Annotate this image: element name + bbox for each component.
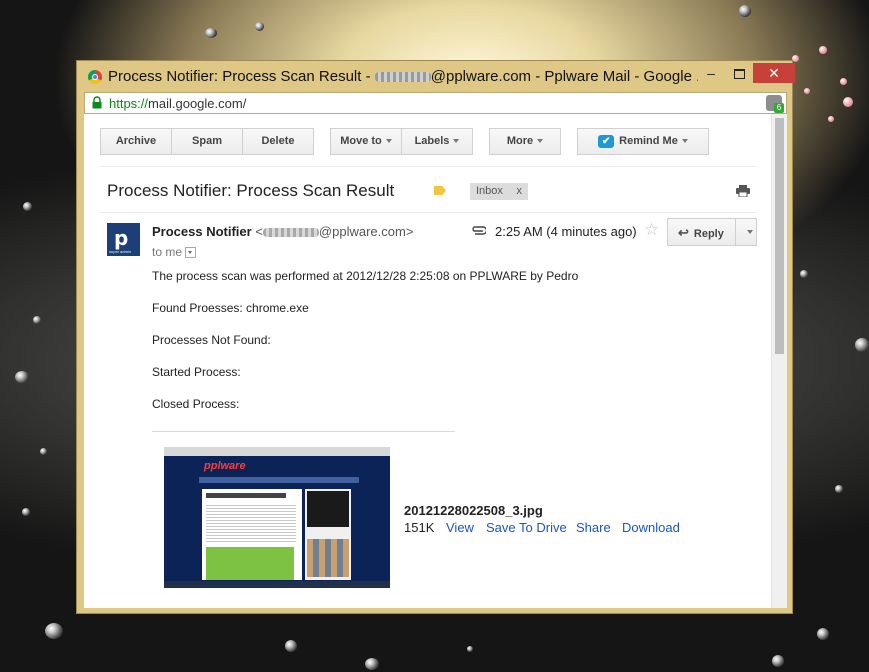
minimize-button[interactable]: – — [697, 63, 725, 83]
labels-button[interactable]: Labels — [401, 128, 473, 155]
maximize-icon — [733, 69, 745, 80]
recipients-line: to me — [152, 245, 197, 259]
show-details-icon[interactable] — [185, 247, 197, 259]
sender-line: Process Notifier < @pplware.com> — [152, 224, 413, 239]
archive-button[interactable]: Archive — [100, 128, 172, 155]
move-to-button[interactable]: Move to — [330, 128, 402, 155]
chevron-down-icon — [385, 139, 392, 144]
divider — [100, 212, 756, 213]
thumb-logo: pplware — [204, 460, 246, 472]
checkmark-icon: ✔ — [598, 134, 615, 148]
label-chip-text: Inbox — [476, 185, 503, 197]
share-link[interactable]: Share — [576, 520, 611, 535]
attachment-size: 151K — [404, 520, 435, 535]
to-me-label: to me — [152, 245, 183, 259]
attachment-thumbnail[interactable]: pplware — [164, 447, 390, 588]
delete-button[interactable]: Delete — [242, 128, 314, 155]
window-title: Process Notifier: Process Scan Result - … — [108, 68, 698, 85]
attachment-filename: 20121228022508_3.jpg — [404, 503, 543, 518]
download-link[interactable]: Download — [622, 520, 680, 535]
chevron-down-icon — [681, 139, 688, 144]
chevron-down-icon — [537, 139, 544, 144]
reply-button[interactable]: ↩ Reply — [667, 218, 757, 246]
redacted-text — [262, 228, 319, 238]
body-line: Started Process: — [152, 365, 241, 379]
redacted-text — [374, 72, 431, 83]
body-line: Processes Not Found: — [152, 333, 271, 347]
divider — [152, 431, 455, 432]
divider — [100, 166, 756, 167]
thumb-sidebar — [305, 489, 351, 580]
print-icon[interactable] — [736, 185, 750, 197]
reply-options-icon[interactable] — [747, 230, 753, 234]
sender-email-open: < — [251, 224, 263, 239]
email-timestamp: 2:25 AM (4 minutes ago) — [495, 224, 637, 239]
sender-name[interactable]: Process Notifier — [152, 224, 252, 239]
reply-label: Reply — [693, 228, 724, 240]
address-bar[interactable]: https://mail.google.com/ 6 — [84, 92, 787, 114]
scrollbar[interactable] — [771, 114, 787, 608]
email-subject: Process Notifier: Process Scan Result — [107, 181, 395, 200]
inbox-label-chip[interactable]: Inbox x — [470, 183, 528, 200]
browser-window: Process Notifier: Process Scan Result - … — [76, 60, 795, 614]
chevron-down-icon — [453, 139, 460, 144]
view-link[interactable]: View — [446, 520, 474, 535]
title-bar[interactable]: Process Notifier: Process Scan Result - … — [77, 61, 795, 92]
scrollbar-thumb[interactable] — [775, 118, 784, 354]
extension-icon[interactable]: 6 — [766, 95, 784, 113]
body-line: Found Proesses: chrome.exe — [152, 301, 309, 315]
avatar-caption: super admin — [109, 249, 132, 254]
thumb-nav — [199, 477, 359, 483]
thumb-page — [202, 489, 302, 580]
spam-button[interactable]: Spam — [171, 128, 243, 155]
remove-label-button[interactable]: x — [517, 183, 523, 200]
save-to-drive-link[interactable]: Save To Drive — [486, 520, 567, 535]
url-text[interactable]: https://mail.google.com/ — [109, 96, 246, 111]
sender-email: @pplware.com> — [318, 224, 414, 239]
close-button[interactable]: ✕ — [753, 63, 795, 83]
body-line: The process scan was performed at 2012/1… — [152, 269, 579, 283]
body-line: Closed Process: — [152, 397, 240, 411]
avatar[interactable]: p super admin — [107, 223, 140, 256]
thumb-taskbar — [164, 581, 390, 588]
reply-arrow-icon: ↩ — [678, 225, 689, 240]
lock-icon — [92, 96, 102, 109]
chrome-icon — [88, 70, 102, 84]
divider — [735, 219, 736, 245]
gmail-content: Archive Spam Delete Move to Labels More … — [84, 114, 787, 608]
maximize-button[interactable] — [725, 63, 753, 83]
attachment-icon — [472, 226, 486, 235]
star-icon[interactable]: ☆ — [644, 220, 659, 240]
thumb-browser-bar — [164, 447, 390, 456]
more-button[interactable]: More — [489, 128, 561, 155]
remind-me-button[interactable]: ✔ Remind Me — [577, 128, 709, 155]
label-tag-icon[interactable] — [434, 186, 446, 195]
extension-badge: 6 — [774, 103, 784, 113]
avatar-letter: p — [114, 226, 129, 250]
